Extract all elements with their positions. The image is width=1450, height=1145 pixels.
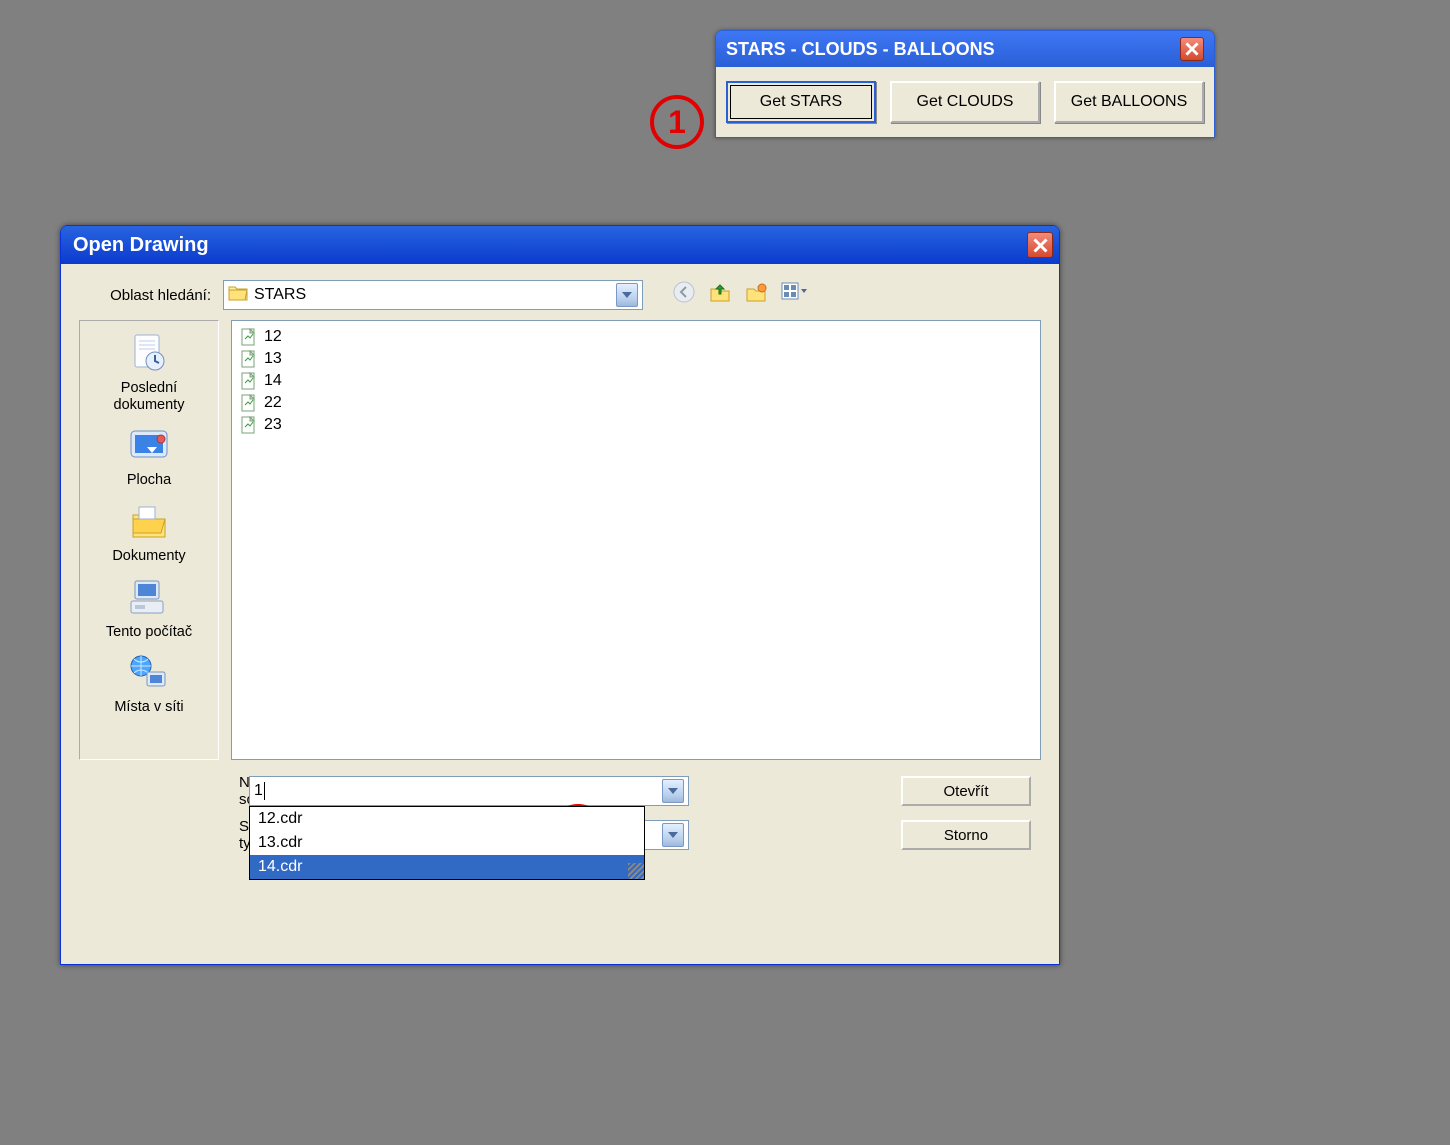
recent-documents-icon	[123, 329, 175, 377]
get-clouds-button[interactable]: Get CLOUDS	[890, 81, 1040, 123]
get-stars-button[interactable]: Get STARS	[726, 81, 876, 123]
list-item[interactable]: 13	[240, 348, 1032, 370]
places-recent[interactable]: Poslední dokumenty	[84, 329, 214, 413]
look-in-value: STARS	[254, 286, 306, 304]
places-bar: Poslední dokumenty Plocha Dokumenty	[79, 320, 219, 760]
look-in-combo[interactable]: STARS	[223, 280, 643, 310]
documents-icon	[123, 497, 175, 545]
views-menu-icon[interactable]	[781, 281, 807, 309]
back-icon[interactable]	[673, 281, 695, 309]
annotation-callout-1: 1	[650, 95, 704, 149]
close-icon[interactable]	[1180, 37, 1204, 61]
file-name-value: 1	[254, 782, 263, 800]
file-list[interactable]: 12 13 14 22 23	[231, 320, 1041, 760]
dialog-title: Open Drawing	[73, 234, 209, 257]
get-balloons-button[interactable]: Get BALLOONS	[1054, 81, 1204, 123]
list-item[interactable]: 22	[240, 392, 1032, 414]
open-drawing-dialog: Open Drawing Oblast hledání: STARS	[60, 225, 1060, 965]
places-desktop[interactable]: Plocha	[123, 421, 175, 489]
folder-open-icon	[228, 284, 248, 306]
list-item[interactable]: 14.cdr	[250, 855, 644, 879]
file-type-label: Soubory typu:	[79, 818, 239, 852]
my-computer-icon	[123, 573, 175, 621]
list-item[interactable]: 13.cdr	[250, 831, 644, 855]
places-documents[interactable]: Dokumenty	[112, 497, 185, 565]
list-item[interactable]: 12.cdr	[250, 807, 644, 831]
chevron-down-icon[interactable]	[662, 823, 684, 847]
dialog-titlebar[interactable]: Open Drawing	[61, 226, 1059, 264]
look-in-label: Oblast hledání:	[79, 287, 211, 304]
caret-icon	[264, 782, 265, 800]
chevron-down-icon[interactable]	[662, 779, 684, 803]
resize-grip-icon[interactable]	[628, 863, 644, 879]
desktop-icon	[123, 421, 175, 469]
network-places-icon	[123, 648, 175, 696]
list-item[interactable]: 12	[240, 326, 1032, 348]
chevron-down-icon[interactable]	[616, 283, 638, 307]
file-name-combo[interactable]: 1	[249, 776, 689, 806]
open-button[interactable]: Otevřít	[901, 776, 1031, 806]
stars-clouds-balloons-panel: STARS - CLOUDS - BALLOONS Get STARS Get …	[715, 30, 1215, 138]
panel1-titlebar[interactable]: STARS - CLOUDS - BALLOONS	[716, 31, 1214, 67]
places-network[interactable]: Místa v síti	[114, 648, 183, 716]
places-my-computer[interactable]: Tento počítač	[106, 573, 192, 641]
panel1-title: STARS - CLOUDS - BALLOONS	[726, 39, 995, 60]
list-item[interactable]: 14	[240, 370, 1032, 392]
file-name-label: Název souboru:	[79, 774, 239, 808]
cancel-button[interactable]: Storno	[901, 820, 1031, 850]
new-folder-icon[interactable]	[745, 281, 767, 309]
up-one-level-icon[interactable]	[709, 281, 731, 309]
list-item[interactable]: 23	[240, 414, 1032, 436]
close-icon[interactable]	[1027, 232, 1053, 258]
file-name-autocomplete[interactable]: 12.cdr 13.cdr 14.cdr	[249, 806, 645, 880]
